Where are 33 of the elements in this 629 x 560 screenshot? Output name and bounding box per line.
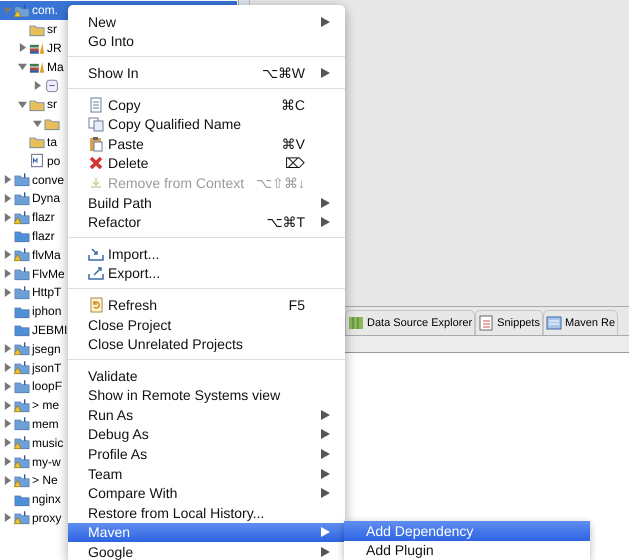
tree-item-label: mem xyxy=(32,416,59,431)
tree-item-label: proxy xyxy=(32,510,62,525)
tree-item-label: iphon xyxy=(32,304,62,318)
tree-item-label: FlvMe xyxy=(32,266,65,281)
tree-item-label: po xyxy=(47,154,60,168)
tree-item-label: my-w xyxy=(32,454,61,469)
tree-item-label: flazr xyxy=(32,228,55,243)
tree-item-label: com. xyxy=(32,3,58,18)
shortcut-label: ⌘V xyxy=(282,136,305,152)
shortcut-label: ⌥⌘T xyxy=(266,214,305,230)
shortcut-label: ⌘C xyxy=(280,96,305,113)
tree-item-label: > Ne xyxy=(32,473,58,488)
tree-item-label: jsegn xyxy=(32,342,61,356)
tree-item-label: conve xyxy=(32,172,64,187)
tree-item-label: sr xyxy=(47,97,57,112)
tree-item-label: Dyna xyxy=(32,191,60,206)
shortcut-label: ⌥⇧⌘↓ xyxy=(256,174,305,191)
tree-item-label: jsonT xyxy=(32,360,62,375)
shortcut-label: F5 xyxy=(288,296,305,313)
tree-item-label: Ma xyxy=(47,60,64,74)
tree-item-label: JR xyxy=(47,40,62,55)
shortcut-label: ⌥⌘W xyxy=(262,64,305,81)
tree-item-label: flvMa xyxy=(32,248,61,262)
tree-item-label: sr xyxy=(47,22,57,36)
tree-item-label: nginx xyxy=(32,492,61,506)
tree-item-label: ta xyxy=(47,134,58,149)
tree-item-label: HttpT xyxy=(32,285,62,300)
tree-item-label: flazr xyxy=(32,210,55,224)
tree-item-label: music xyxy=(32,436,64,450)
tree-item-label: > me xyxy=(32,398,60,412)
tree-item-label: JEBMI xyxy=(32,322,68,337)
tree-item-label: loopF xyxy=(32,379,62,394)
shortcut-label: ⌦ xyxy=(285,155,305,172)
